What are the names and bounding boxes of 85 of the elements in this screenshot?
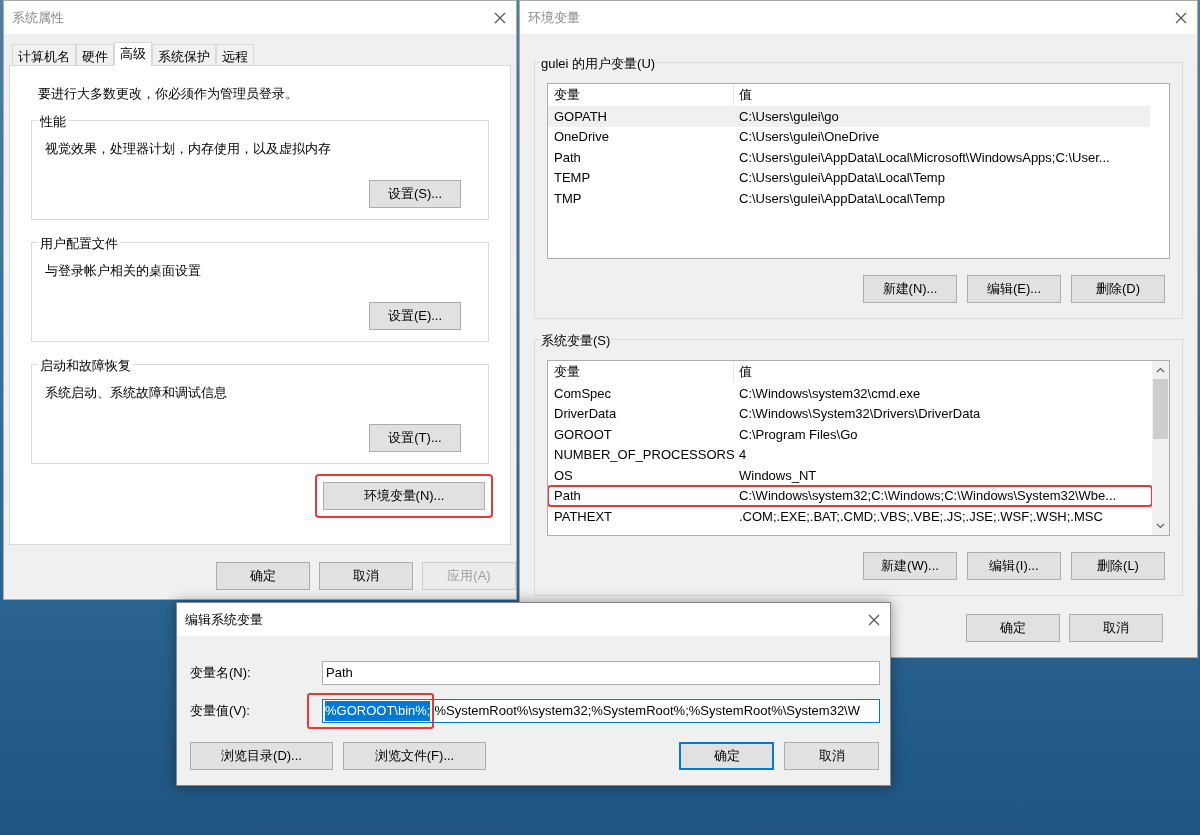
dialog-button[interactable]: 取消 [319, 562, 413, 590]
field-label: 变量值(V): [190, 702, 251, 721]
variable-value: C:\Users\gulei\OneDrive [738, 128, 880, 146]
tab[interactable]: 远程 [216, 44, 254, 65]
column-header[interactable]: 变量 [548, 85, 734, 105]
dialog-button[interactable]: 确定 [966, 614, 1060, 642]
group-legend: gulei 的用户变量(U) [540, 54, 657, 74]
variable-value: C:\Users\gulei\AppData\Local\Microsoft\WindowsApps;C:\User... [738, 148, 1110, 167]
variable-row[interactable]: TEMP C:\Users\gulei\AppData\Local\Temp [548, 167, 1150, 188]
value-input-field[interactable]: %GOROOT\bin%; %SystemRoot%\system32;%SystemRoot%;%SystemRoot%\System32\W [322, 699, 880, 723]
variable-name: GOPATH [553, 107, 608, 126]
group-description: 视觉效果，处理器计划，内存使用，以及虚拟内存 [45, 139, 332, 158]
variable-row[interactable]: Path C:\Windows\system32;C:\Windows;C:\Windows\System32\Wbe... [548, 485, 1152, 506]
variable-value: C:\Windows\system32;C:\Windows;C:\Windows\System32\Wbe... [738, 487, 1117, 505]
dialog-button[interactable]: 删除(D) [1071, 275, 1165, 303]
variable-name: TMP [553, 189, 583, 208]
close-icon[interactable] [1175, 11, 1187, 24]
variable-name: GOROOT [553, 425, 613, 444]
scrollbar[interactable] [1152, 361, 1169, 535]
dialog-button[interactable]: 新建(N)... [863, 275, 957, 303]
variable-name: ComSpec [553, 384, 613, 403]
close-icon[interactable] [494, 11, 506, 24]
variable-name: Path [553, 148, 582, 167]
variable-value: C:\Windows\system32\cmd.exe [738, 384, 921, 403]
variable-name: OS [553, 466, 574, 485]
dialog-button[interactable]: 设置(S)... [369, 179, 461, 208]
variable-row[interactable]: Path C:\Users\gulei\AppData\Local\Microsoft\WindowsApps;C:\User... [548, 147, 1150, 168]
dialog-button[interactable]: 浏览文件(F)... [343, 742, 486, 770]
variable-value: C:\Windows\System32\Drivers\DriverData [738, 405, 981, 423]
scroll-up-icon[interactable] [1156, 367, 1165, 373]
variable-row[interactable]: OS Windows_NT [548, 465, 1152, 486]
field-label: 变量名(N): [190, 664, 252, 683]
variable-value: C:\Users\gulei\AppData\Local\Temp [738, 169, 945, 187]
dialog-button[interactable]: 取消 [1069, 614, 1163, 642]
selected-text: %GOROOT\bin%; [325, 701, 431, 721]
name-input-field[interactable]: Path [322, 661, 880, 685]
scroll-down-icon[interactable] [1156, 523, 1165, 529]
variable-row[interactable]: ComSpec C:\Windows\system32\cmd.exe [548, 383, 1152, 404]
group-legend: 系统变量(S) [540, 331, 612, 351]
tab[interactable]: 硬件 [76, 44, 114, 65]
group-description: 与登录帐户相关的桌面设置 [45, 261, 202, 280]
variable-name: PATHEXT [553, 507, 614, 526]
tab[interactable]: 系统保护 [152, 44, 216, 65]
dialog-button[interactable]: 编辑(E)... [967, 275, 1061, 303]
dialog-button[interactable]: 确定 [216, 562, 310, 590]
scroll-thumb[interactable] [1153, 379, 1168, 439]
variable-name: TEMP [553, 169, 592, 187]
variable-value: Windows_NT [738, 466, 817, 485]
dialog-button[interactable]: 删除(L) [1071, 552, 1165, 580]
variable-row[interactable]: PATHEXT .COM;.EXE;.BAT;.CMD;.VBS;.VBE;.JS;.JSE;.WSF;.WSH;.MSC [548, 506, 1152, 527]
dialog-button[interactable]: 环境变量(N)... [323, 481, 485, 510]
tab[interactable]: 高级 [114, 42, 152, 66]
variable-name: DriverData [553, 405, 618, 423]
column-header[interactable]: 变量 [548, 362, 734, 382]
variable-name: NUMBER_OF_PROCESSORS [553, 446, 734, 464]
window-title: 环境变量 [528, 8, 580, 27]
group-description: 系统启动、系统故障和调试信息 [45, 383, 228, 402]
variable-value: C:\Users\gulei\go [738, 107, 839, 126]
window-title: 系统属性 [12, 8, 64, 27]
window-title: 编辑系统变量 [185, 610, 263, 629]
tab[interactable]: 计算机名 [12, 44, 76, 65]
variable-row[interactable]: DriverData C:\Windows\System32\Drivers\DriverData [548, 403, 1152, 424]
variable-value: C:\Program Files\Go [738, 425, 858, 444]
dialog-button[interactable]: 编辑(I)... [967, 552, 1061, 580]
variable-row[interactable]: TMP C:\Users\gulei\AppData\Local\Temp [548, 188, 1150, 209]
variable-row[interactable]: GOROOT C:\Program Files\Go [548, 424, 1152, 445]
close-icon[interactable] [868, 613, 880, 626]
variable-name: OneDrive [553, 128, 610, 146]
dialog-button[interactable]: 设置(T)... [369, 423, 461, 452]
column-header[interactable]: 值 [734, 362, 752, 382]
column-header[interactable]: 值 [734, 85, 752, 105]
admin-notice: 要进行大多数更改，你必须作为管理员登录。 [37, 85, 299, 103]
variable-row[interactable]: NUMBER_OF_PROCESSORS 4 [548, 444, 1152, 465]
dialog-button[interactable]: 新建(W)... [863, 552, 957, 580]
dialog-button[interactable]: 确定 [679, 742, 774, 770]
dialog-button[interactable]: 浏览目录(D)... [190, 742, 333, 770]
variable-name: Path [553, 487, 582, 505]
variable-value: 4 [738, 446, 747, 464]
dialog-button[interactable]: 设置(E)... [369, 301, 461, 330]
variable-row[interactable]: OneDrive C:\Users\gulei\OneDrive [548, 126, 1150, 147]
variable-value: C:\Users\gulei\AppData\Local\Temp [738, 189, 945, 208]
value-text: %SystemRoot%\system32;%SystemRoot%;%SystemRoot%\System32\W [434, 702, 860, 721]
variable-value: .COM;.EXE;.BAT;.CMD;.VBS;.VBE;.JS;.JSE;.WSF;.WSH;.MSC [738, 507, 1103, 526]
variable-row[interactable]: GOPATH C:\Users\gulei\go [548, 106, 1150, 127]
dialog-button[interactable]: 取消 [784, 742, 879, 770]
